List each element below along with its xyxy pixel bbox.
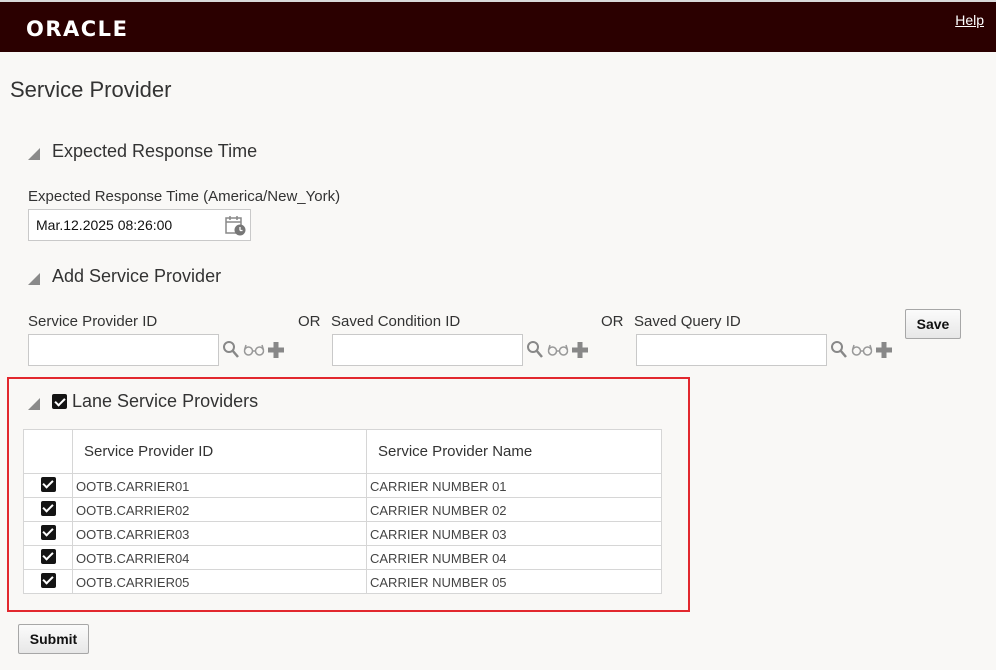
row-select-cell [23,497,73,522]
table-row[interactable]: OOTB.CARRIER04 CARRIER NUMBER 04 [23,545,662,570]
provider-id-label: Service Provider ID [28,313,158,330]
column-header-provider-name[interactable]: Service Provider Name [366,429,662,474]
expected-response-input[interactable]: Mar.12.2025 08:26:00 [28,209,251,241]
row-select-cell [23,569,73,594]
table-row[interactable]: OOTB.CARRIER05 CARRIER NUMBER 05 [23,569,662,594]
table-row[interactable]: OOTB.CARRIER03 CARRIER NUMBER 03 [23,521,662,546]
header-bar: ORACLE Help [0,0,996,52]
lane-providers-table: Service Provider ID Service Provider Nam… [23,429,662,594]
row-checkbox[interactable] [40,476,56,492]
provider-id-cell: OOTB.CARRIER04 [72,545,367,570]
or-label: OR [298,313,321,330]
query-id-input[interactable] [636,334,827,366]
table-row[interactable]: OOTB.CARRIER02 CARRIER NUMBER 02 [23,497,662,522]
row-select-cell [23,473,73,498]
table-header-row: Service Provider ID Service Provider Nam… [23,429,662,474]
expected-response-value: Mar.12.2025 08:26:00 [36,217,173,233]
provider-name-cell: CARRIER NUMBER 02 [366,497,662,522]
provider-id-cell: OOTB.CARRIER01 [72,473,367,498]
add-icon[interactable] [267,341,285,359]
provider-id-cell: OOTB.CARRIER03 [72,521,367,546]
column-header-provider-id[interactable]: Service Provider ID [72,429,367,474]
collapse-triangle-icon[interactable] [28,147,40,160]
add-provider-section-header[interactable]: Add Service Provider [28,266,221,287]
search-icon[interactable] [222,340,240,360]
row-checkbox[interactable] [40,572,56,588]
provider-name-cell: CARRIER NUMBER 03 [366,521,662,546]
add-icon[interactable] [571,341,589,359]
glasses-icon[interactable] [851,343,873,357]
save-button[interactable]: Save [905,309,961,339]
select-all-checkbox[interactable] [52,394,67,409]
row-checkbox[interactable] [40,500,56,516]
submit-button[interactable]: Submit [18,624,89,654]
row-checkbox[interactable] [40,548,56,564]
collapse-triangle-icon[interactable] [28,397,40,410]
select-column-header [23,429,73,474]
glasses-icon[interactable] [243,343,265,357]
provider-id-cell: OOTB.CARRIER05 [72,569,367,594]
or-label: OR [601,313,624,330]
provider-name-cell: CARRIER NUMBER 05 [366,569,662,594]
row-select-cell [23,545,73,570]
help-link[interactable]: Help [955,12,984,28]
provider-name-cell: CARRIER NUMBER 01 [366,473,662,498]
search-icon[interactable] [830,340,848,360]
condition-id-input[interactable] [332,334,523,366]
oracle-logo: ORACLE [26,17,129,41]
glasses-icon[interactable] [547,343,569,357]
section-title: Lane Service Providers [72,391,259,411]
page-title: Service Provider [10,77,172,102]
lane-providers-section-header[interactable]: Lane Service Providers [28,391,258,412]
row-checkbox[interactable] [40,524,56,540]
expected-response-section-header[interactable]: Expected Response Time [28,141,257,162]
search-icon[interactable] [526,340,544,360]
section-title: Expected Response Time [52,141,258,161]
expected-response-label: Expected Response Time (America/New_York… [28,188,341,205]
provider-name-cell: CARRIER NUMBER 04 [366,545,662,570]
provider-id-input[interactable] [28,334,219,366]
row-select-cell [23,521,73,546]
add-icon[interactable] [875,341,893,359]
section-title: Add Service Provider [52,266,222,286]
query-id-label: Saved Query ID [634,313,741,330]
provider-id-cell: OOTB.CARRIER02 [72,497,367,522]
collapse-triangle-icon[interactable] [28,272,40,285]
condition-id-label: Saved Condition ID [331,313,461,330]
calendar-icon[interactable] [225,215,247,237]
table-row[interactable]: OOTB.CARRIER01 CARRIER NUMBER 01 [23,473,662,498]
